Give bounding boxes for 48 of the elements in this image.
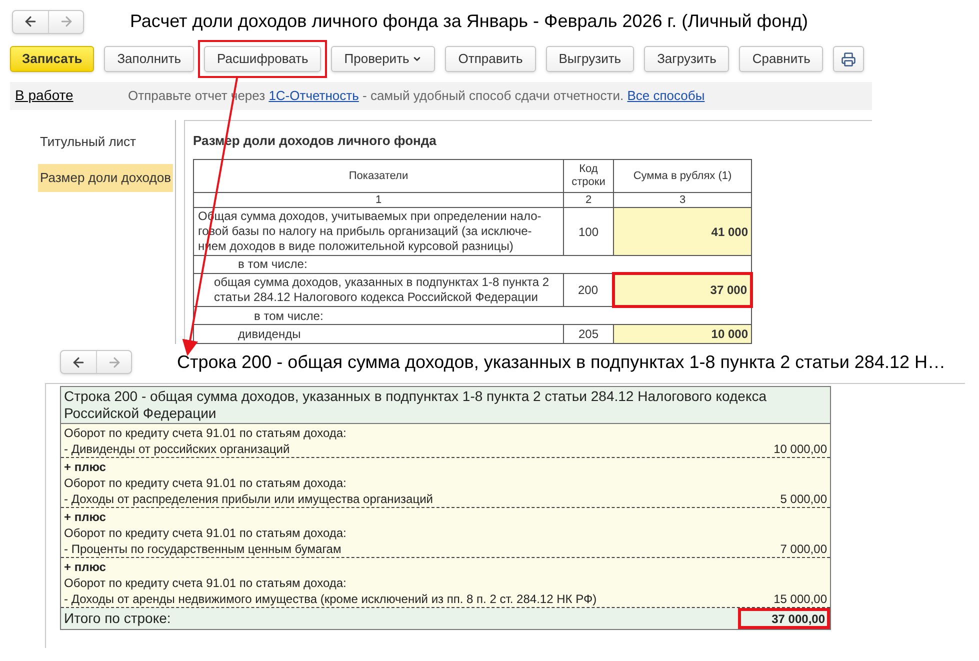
- toolbar-button[interactable]: Отправить: [445, 46, 536, 72]
- amount-text: 10 000,00: [774, 441, 827, 457]
- amount-cell: 41 000: [614, 208, 752, 256]
- account-text: Оборот по кредиту счета 91.01 по статьям дохода:: [64, 575, 348, 591]
- print-button[interactable]: [833, 46, 864, 72]
- reporting-link[interactable]: 1С-Отчетность: [268, 88, 359, 103]
- toolbar-button[interactable]: Заполнить: [104, 46, 194, 72]
- account-text: Оборот по кредиту счета 91.01 по статьям дохода:: [64, 475, 348, 491]
- amount-cell: 10 000: [614, 324, 752, 344]
- account-text: Оборот по кредиту счета 91.01 по статьям дохода:: [64, 425, 348, 441]
- total-amount: 37 000,00: [738, 608, 830, 629]
- amount-text: 7 000,00: [780, 541, 827, 557]
- toolbar-button[interactable]: Расшифровать: [204, 46, 322, 72]
- toolbar-button[interactable]: Загрузить: [644, 46, 730, 72]
- caret-icon: [412, 54, 422, 64]
- income-item: - Доходы от распределения прибыли или имущества организаций: [64, 491, 433, 507]
- report-header: Строка 200 - общая сумма доходов, указанных в подпунктах 1-8 пункта 2 статьи 284.12 Налогового кодекса Российской Федерации: [61, 387, 830, 424]
- save-button[interactable]: Записать: [10, 46, 94, 72]
- forward-arrow-icon: [106, 354, 122, 370]
- table-cell: дивиденды: [194, 324, 564, 344]
- sidebar-item[interactable]: Размер доли доходов: [38, 164, 173, 192]
- forward-arrow-icon: [58, 14, 74, 29]
- plus-label: + плюс: [64, 459, 107, 475]
- plus-label: + плюс: [64, 559, 107, 575]
- column-header: Сумма в рублях (1): [614, 160, 752, 192]
- toolbar-button[interactable]: Выгрузить: [546, 46, 634, 72]
- window-title: Строка 200 - общая сумма доходов, указанных в подпунктах 1-8 пункта 2 статьи 284.12 Н…: [177, 350, 946, 374]
- window-title: Расчет доли доходов личного фонда за Январь - Февраль 2026 г. (Личный фонд): [130, 10, 808, 33]
- account-text: Оборот по кредиту счета 91.01 по статьям дохода:: [64, 525, 348, 541]
- amount-text: 15 000,00: [774, 591, 827, 607]
- amount-text: 5 000,00: [780, 491, 827, 507]
- income-item: - Проценты по государственным ценным бумагам: [64, 541, 342, 557]
- table-cell: общая сумма доходов, указанных в подпунктах 1-8 пункта 2 статьи 284.12 Налогового кодекса Российской Федерации: [194, 274, 564, 306]
- check-dropdown-button[interactable]: Проверить: [331, 46, 436, 72]
- column-header: Показатели: [194, 160, 564, 192]
- all-methods-link[interactable]: Все способы: [627, 88, 705, 103]
- income-item: - Доходы от аренды недвижимого имущества (кроме исключений из пп. 8 п. 2 ст. 284.12 НК РФ): [64, 591, 597, 607]
- column-number: 2: [564, 192, 614, 208]
- income-item: - Дивиденды от российских организаций: [64, 441, 290, 457]
- sidebar-item[interactable]: Титульный лист: [38, 128, 173, 155]
- plus-label: + плюс: [64, 509, 107, 525]
- printer-icon: [841, 52, 856, 66]
- amount-cell: 37 000: [614, 274, 752, 306]
- total-label: Итого по строке:: [64, 609, 171, 628]
- column-header: Код строки: [564, 160, 614, 192]
- column-number: 1: [194, 192, 564, 208]
- toolbar-button[interactable]: Сравнить: [739, 46, 824, 72]
- status-link[interactable]: В работе: [10, 85, 128, 106]
